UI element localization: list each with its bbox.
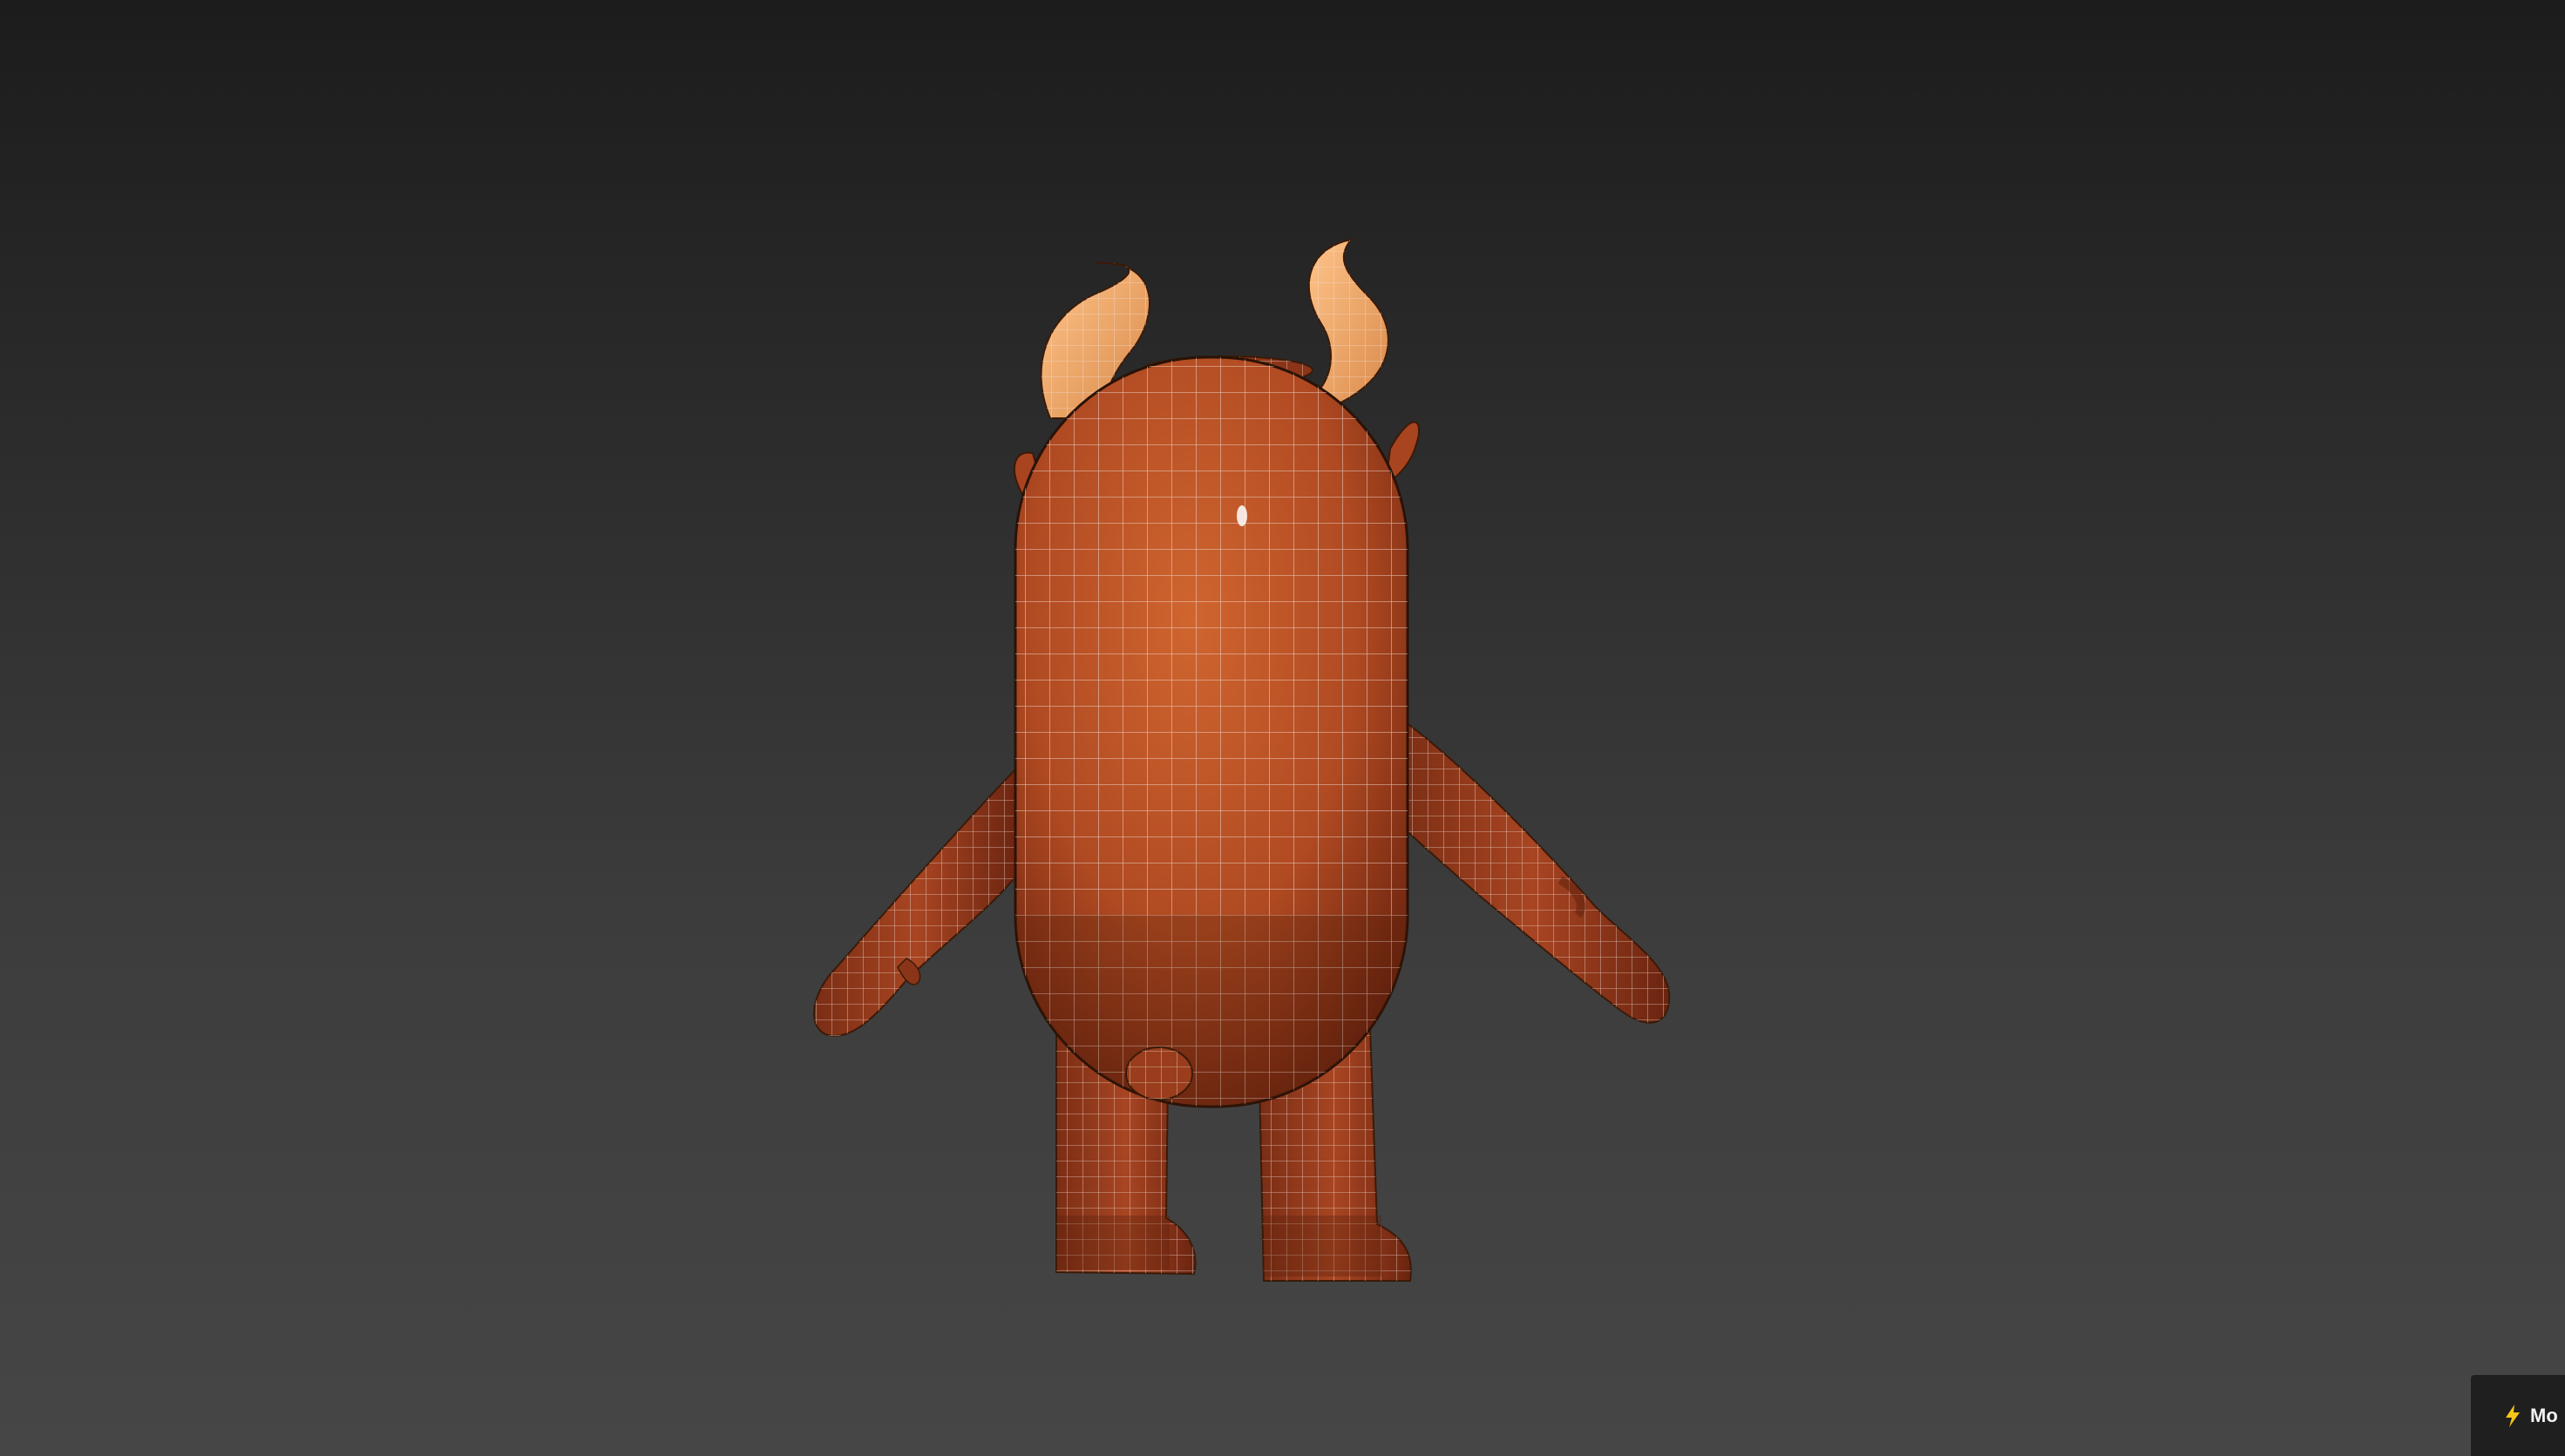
- right-horn: [1306, 238, 1389, 411]
- right-arm: [1394, 713, 1671, 1024]
- left-arm: [813, 764, 1021, 1037]
- lightning-bolt-icon: [2506, 1404, 2520, 1427]
- 3d-viewport[interactable]: Mo: [0, 0, 2565, 1456]
- monster-model[interactable]: [0, 0, 2565, 1456]
- corner-badge[interactable]: Mo: [2471, 1375, 2565, 1456]
- badge-label: Mo: [2530, 1404, 2558, 1426]
- monster-body: [1014, 356, 1409, 1108]
- tail-stub: [1125, 1046, 1193, 1100]
